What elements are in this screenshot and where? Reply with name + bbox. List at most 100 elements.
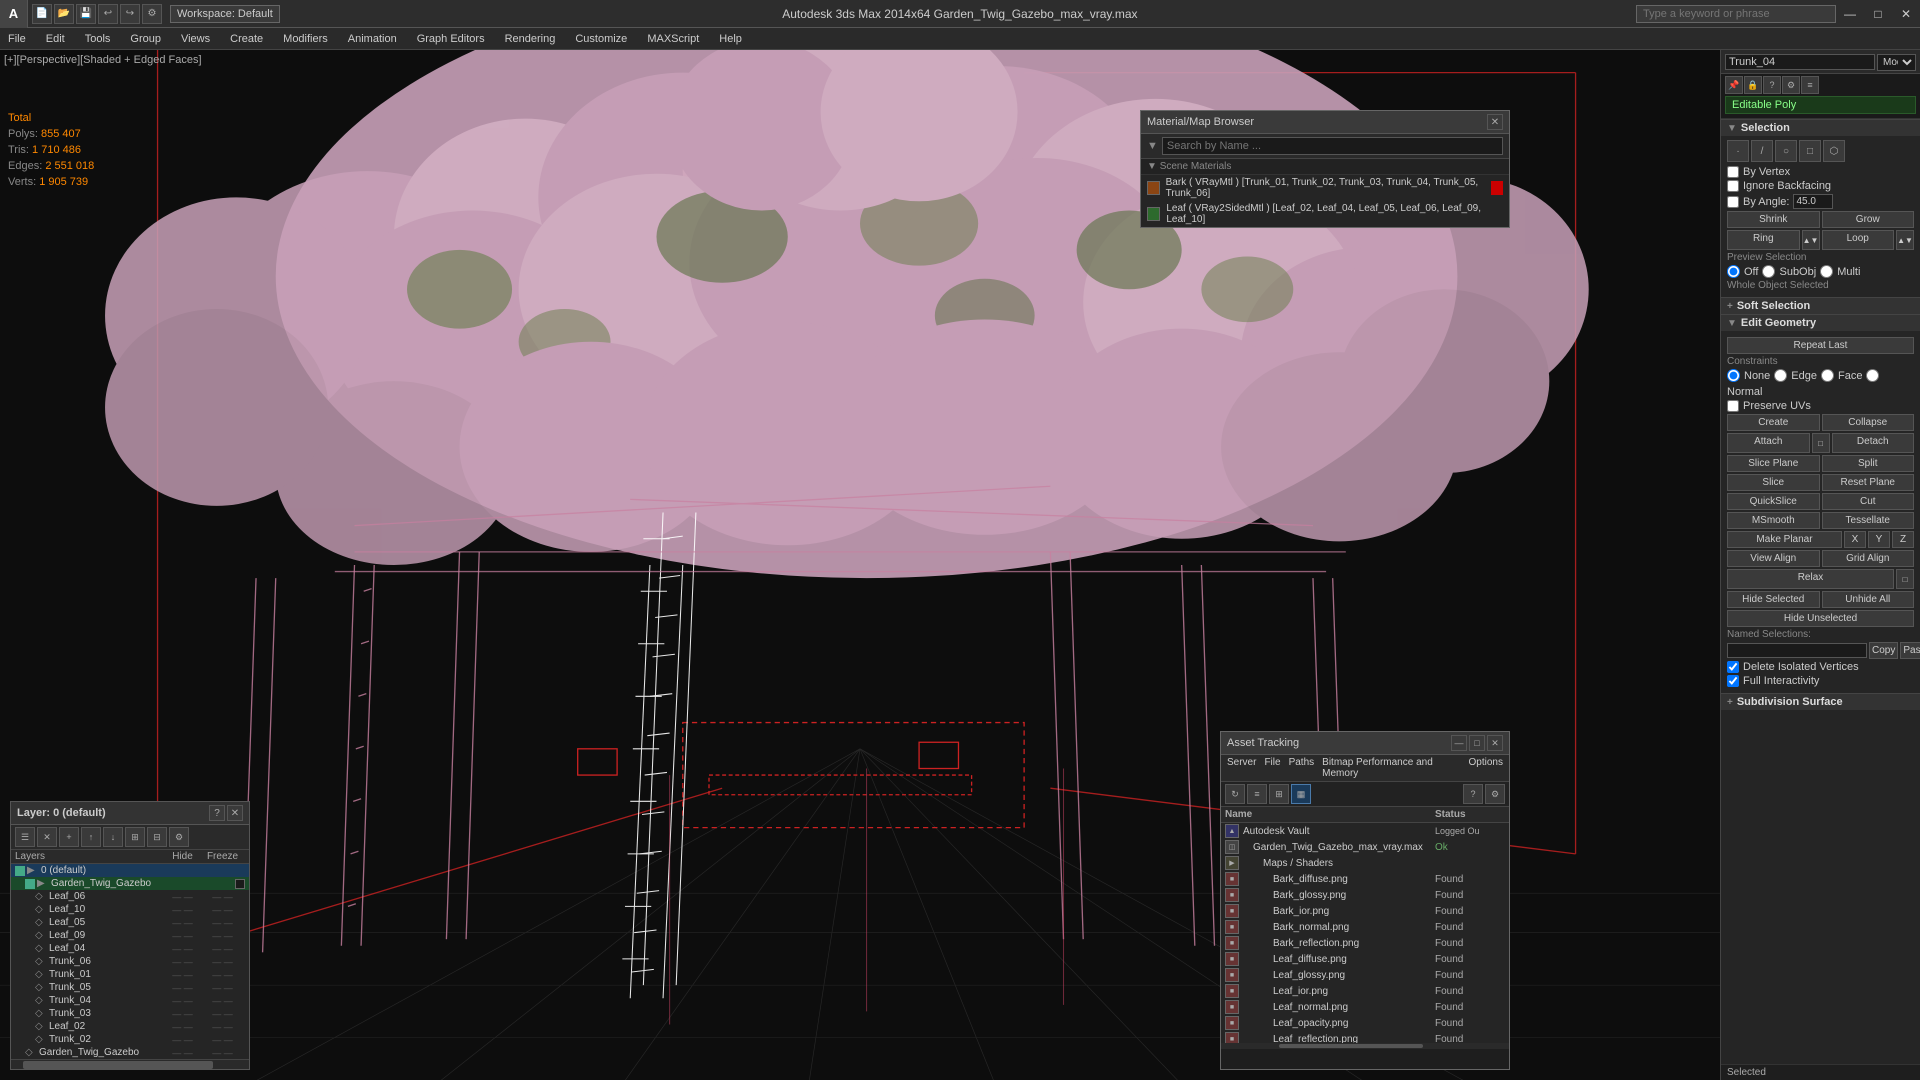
- layer-trunk03-freeze[interactable]: — —: [200, 1009, 245, 1019]
- layer-item-leaf04[interactable]: ◇ Leaf_04 — — — —: [11, 942, 249, 955]
- layer-trunk04-freeze[interactable]: — —: [200, 996, 245, 1006]
- layers-new-btn[interactable]: ☰: [15, 827, 35, 847]
- soft-selection-rollout[interactable]: + Soft Selection: [1721, 297, 1920, 314]
- layer-item-leaf05[interactable]: ◇ Leaf_05 — — — —: [11, 916, 249, 929]
- menu-group[interactable]: Group: [126, 31, 165, 47]
- preview-multi-radio[interactable]: [1820, 265, 1833, 278]
- msmooth-btn[interactable]: MSmooth: [1727, 512, 1820, 529]
- layers-hscroll-thumb[interactable]: [23, 1061, 213, 1069]
- layers-delete-btn[interactable]: ✕: [37, 827, 57, 847]
- layer-leaf09-freeze[interactable]: — —: [200, 931, 245, 941]
- toolbar-undo[interactable]: ↩: [98, 4, 118, 24]
- menu-maxscript[interactable]: MAXScript: [643, 31, 703, 47]
- menu-views[interactable]: Views: [177, 31, 214, 47]
- menu-animation[interactable]: Animation: [344, 31, 401, 47]
- at-list-btn[interactable]: ≡: [1247, 784, 1267, 804]
- full-interactivity-checkbox[interactable]: [1727, 675, 1739, 687]
- at-maximize-btn[interactable]: □: [1469, 735, 1485, 751]
- workspace-selector[interactable]: Workspace: Default: [170, 5, 280, 23]
- preview-off-radio[interactable]: [1727, 265, 1740, 278]
- x-btn[interactable]: X: [1844, 531, 1866, 548]
- menu-help[interactable]: Help: [715, 31, 746, 47]
- menu-file[interactable]: File: [4, 31, 30, 47]
- editable-poly-item[interactable]: Editable Poly: [1725, 96, 1916, 114]
- layer-leaf04-freeze[interactable]: — —: [200, 944, 245, 954]
- detach-btn[interactable]: Detach: [1832, 433, 1915, 453]
- at-item-maps-folder[interactable]: ▶ Maps / Shaders: [1221, 855, 1509, 871]
- layer-gazebo-vis[interactable]: [235, 879, 245, 889]
- layer-leaf09-hide[interactable]: — —: [165, 931, 200, 941]
- ignore-backfacing-checkbox[interactable]: [1727, 180, 1739, 192]
- layer-trunk05-freeze[interactable]: — —: [200, 983, 245, 993]
- named-copy-btn[interactable]: Copy: [1869, 642, 1898, 659]
- layer-leaf05-hide[interactable]: — —: [165, 918, 200, 928]
- create-btn[interactable]: Create: [1727, 414, 1820, 431]
- by-angle-input[interactable]: [1793, 194, 1833, 209]
- menu-edit[interactable]: Edit: [42, 31, 69, 47]
- at-menu-bitmap[interactable]: Bitmap Performance and Memory: [1322, 757, 1460, 779]
- layer-trunk02-hide[interactable]: — —: [165, 1035, 200, 1045]
- layers-close-btn[interactable]: ✕: [227, 805, 243, 821]
- preserve-uvs-row[interactable]: Preserve UVs: [1727, 400, 1914, 412]
- at-item-bark-glossy[interactable]: ■ Bark_glossy.png Found: [1221, 887, 1509, 903]
- ring-btn[interactable]: Ring: [1727, 230, 1800, 250]
- at-menu-paths[interactable]: Paths: [1289, 757, 1315, 779]
- selection-rollout[interactable]: ▼ Selection: [1721, 119, 1920, 136]
- repeat-last-btn[interactable]: Repeat Last: [1727, 337, 1914, 354]
- y-btn[interactable]: Y: [1868, 531, 1890, 548]
- layer-item-trunk06[interactable]: ◇ Trunk_06 — — — —: [11, 955, 249, 968]
- vertex-icon[interactable]: ·: [1727, 140, 1749, 162]
- by-angle-checkbox[interactable]: [1727, 196, 1739, 208]
- at-item-vault[interactable]: ▲ Autodesk Vault Logged Ou: [1221, 823, 1509, 839]
- at-scrollbar-thumb[interactable]: [1279, 1044, 1423, 1048]
- layer-trunk01-hide[interactable]: — —: [165, 970, 200, 980]
- make-planar-btn[interactable]: Make Planar: [1727, 531, 1842, 548]
- layer-leaf05-freeze[interactable]: — —: [200, 918, 245, 928]
- layer-leaf06-freeze[interactable]: — —: [200, 892, 245, 902]
- z-btn[interactable]: Z: [1892, 531, 1914, 548]
- delete-isolated-checkbox[interactable]: [1727, 661, 1739, 673]
- element-icon[interactable]: ⬡: [1823, 140, 1845, 162]
- layer-gazebo2-freeze[interactable]: — —: [200, 1048, 245, 1058]
- border-icon[interactable]: ○: [1775, 140, 1797, 162]
- shrink-btn[interactable]: Shrink: [1727, 211, 1820, 228]
- relax-settings[interactable]: □: [1896, 569, 1914, 589]
- rp-more-btn[interactable]: ≡: [1801, 76, 1819, 94]
- tessellate-btn[interactable]: Tessellate: [1822, 512, 1915, 529]
- layer-item-trunk02[interactable]: ◇ Trunk_02 — — — —: [11, 1033, 249, 1046]
- at-item-bark-normal[interactable]: ■ Bark_normal.png Found: [1221, 919, 1509, 935]
- loop-spinner[interactable]: ▲▼: [1896, 230, 1914, 250]
- at-close-btn[interactable]: ✕: [1487, 735, 1503, 751]
- layers-group-btn[interactable]: ⊞: [125, 827, 145, 847]
- layer-item-default[interactable]: ▶ 0 (default): [11, 864, 249, 877]
- relax-btn[interactable]: Relax: [1727, 569, 1894, 589]
- at-scrollbar[interactable]: [1221, 1043, 1509, 1049]
- named-sel-input[interactable]: [1727, 643, 1867, 658]
- maximize-button[interactable]: □: [1864, 0, 1892, 28]
- loop-btn[interactable]: Loop: [1822, 230, 1895, 250]
- at-item-leaf-normal[interactable]: ■ Leaf_normal.png Found: [1221, 999, 1509, 1015]
- cut-btn[interactable]: Cut: [1822, 493, 1915, 510]
- layer-item-leaf10[interactable]: ◇ Leaf_10 — — — —: [11, 903, 249, 916]
- view-align-btn[interactable]: View Align: [1727, 550, 1820, 567]
- at-item-bark-reflection[interactable]: ■ Bark_reflection.png Found: [1221, 935, 1509, 951]
- at-item-leaf-ior[interactable]: ■ Leaf_ior.png Found: [1221, 983, 1509, 999]
- layer-item-trunk03[interactable]: ◇ Trunk_03 — — — —: [11, 1007, 249, 1020]
- hide-selected-btn[interactable]: Hide Selected: [1727, 591, 1820, 608]
- hide-unselected-btn[interactable]: Hide Unselected: [1727, 610, 1914, 627]
- unhide-all-btn[interactable]: Unhide All: [1822, 591, 1915, 608]
- at-item-file[interactable]: ◫ Garden_Twig_Gazebo_max_vray.max Ok: [1221, 839, 1509, 855]
- toolbar-redo[interactable]: ↪: [120, 4, 140, 24]
- at-item-leaf-opacity[interactable]: ■ Leaf_opacity.png Found: [1221, 1015, 1509, 1031]
- layer-item-trunk05[interactable]: ◇ Trunk_05 — — — —: [11, 981, 249, 994]
- mat-item-leaf[interactable]: Leaf ( VRay2SidedMtl ) [Leaf_02, Leaf_04…: [1141, 201, 1509, 227]
- at-menu-server[interactable]: Server: [1227, 757, 1256, 779]
- layer-item-leaf06[interactable]: ◇ Leaf_06 — — — —: [11, 890, 249, 903]
- quickslice-btn[interactable]: QuickSlice: [1727, 493, 1820, 510]
- layer-item-leaf02[interactable]: ◇ Leaf_02 — — — —: [11, 1020, 249, 1033]
- layer-leaf06-hide[interactable]: — —: [165, 892, 200, 902]
- mat-item-bark[interactable]: Bark ( VRayMtl ) [Trunk_01, Trunk_02, Tr…: [1141, 175, 1509, 201]
- viewport[interactable]: [+][Perspective][Shaded + Edged Faces] T…: [0, 50, 1720, 1080]
- menu-create[interactable]: Create: [226, 31, 267, 47]
- menu-modifiers[interactable]: Modifiers: [279, 31, 332, 47]
